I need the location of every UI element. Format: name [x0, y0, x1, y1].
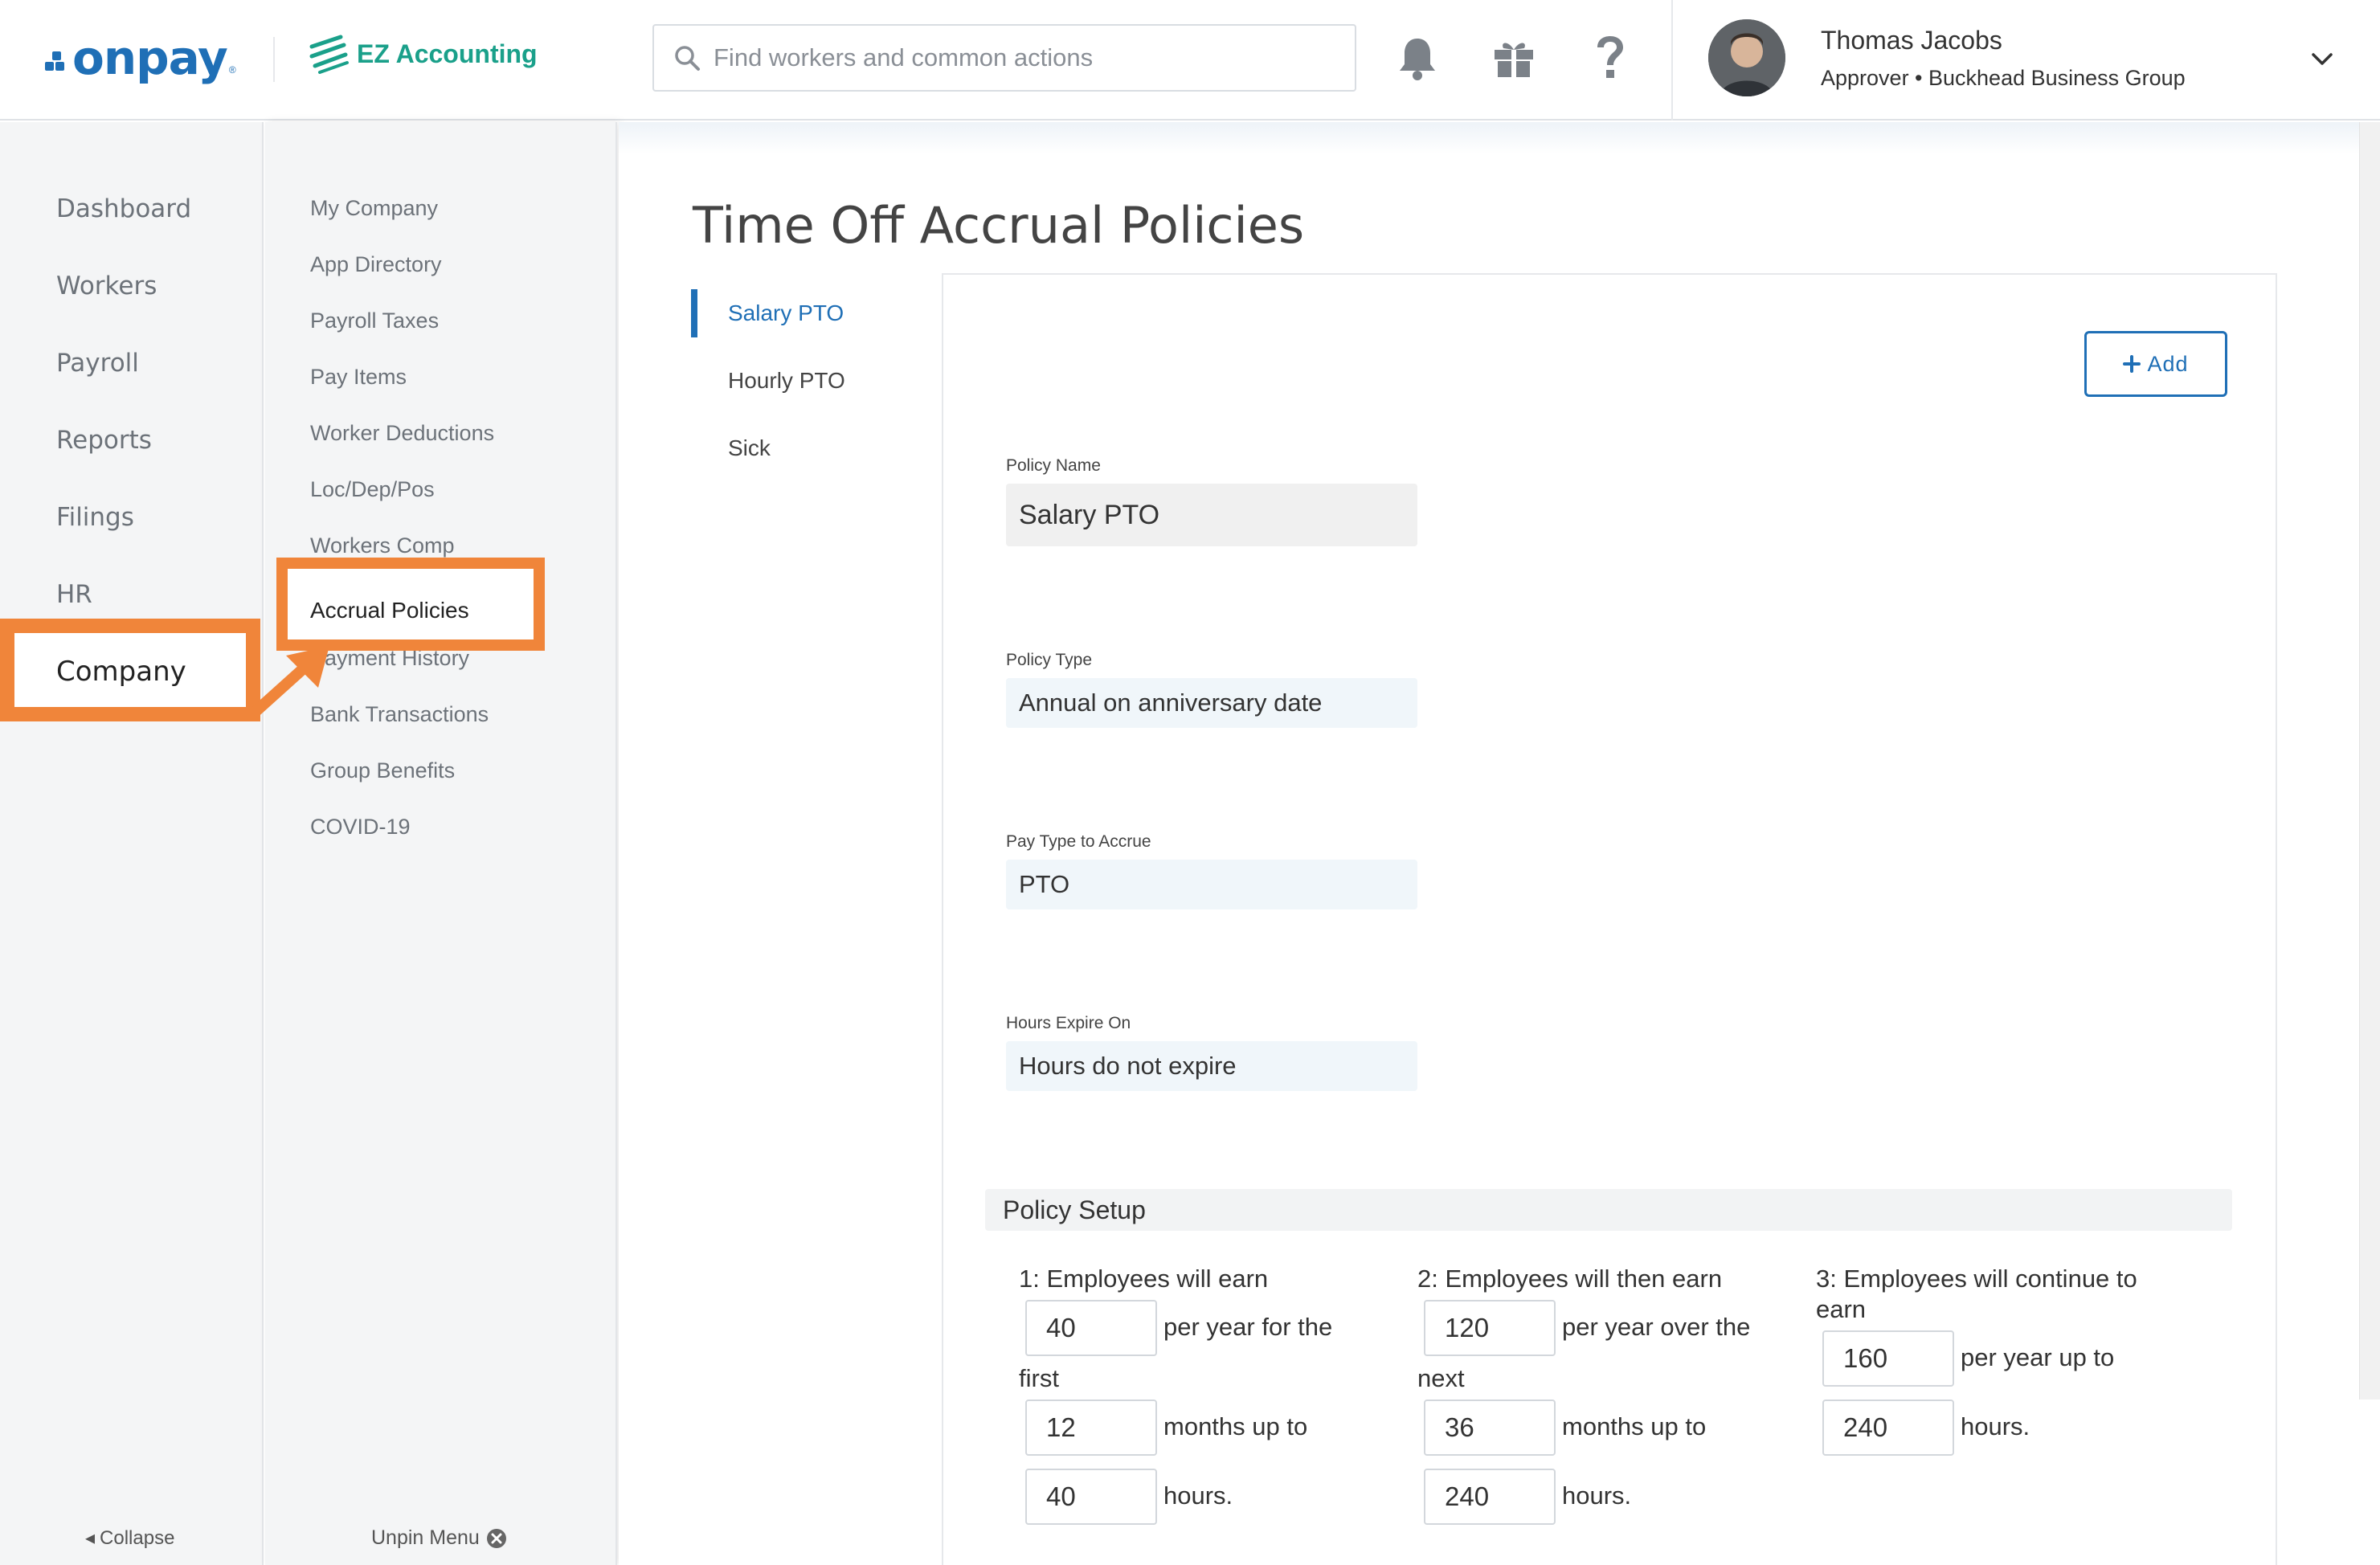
- step2-text-months: months up to: [1562, 1412, 1707, 1440]
- step3-max-hours-input[interactable]: [1822, 1400, 1954, 1456]
- step1-text-per-year: per year for the: [1163, 1313, 1333, 1341]
- user-role: Approver • Buckhead Business Group: [1821, 66, 2186, 90]
- policy-name-label: Policy Name: [1006, 456, 1101, 475]
- step2-months-input[interactable]: [1424, 1400, 1556, 1456]
- subnav-item-accrual-policies-label: Accrual Policies: [310, 598, 469, 623]
- logo-divider: [273, 37, 275, 82]
- nav-item-hr[interactable]: HR: [56, 580, 92, 609]
- nav-item-reports[interactable]: Reports: [56, 426, 152, 455]
- subnav-item-accrual-policies-highlighted[interactable]: Accrual Policies: [276, 558, 545, 651]
- pay-type-label: Pay Type to Accrue: [1006, 832, 1151, 851]
- user-name[interactable]: Thomas Jacobs: [1821, 26, 2002, 55]
- search-icon: [675, 46, 700, 71]
- subnav-item-workers-comp[interactable]: Workers Comp: [310, 533, 455, 558]
- close-circle-icon: [486, 1528, 506, 1548]
- add-button[interactable]: Add: [2084, 331, 2227, 397]
- policy-setup-header: [985, 1189, 2232, 1231]
- subnav-item-pay-items[interactable]: Pay Items: [310, 365, 407, 390]
- subnav-item-my-company[interactable]: My Company: [310, 196, 438, 221]
- onpay-wordmark: onpay: [72, 31, 228, 85]
- nav-item-filings[interactable]: Filings: [56, 503, 134, 532]
- step1-text-months: months up to: [1163, 1412, 1308, 1440]
- caret-left-icon: ◂: [85, 1527, 96, 1549]
- hours-expire-field[interactable]: Hours do not expire: [1006, 1041, 1417, 1091]
- collapse-button[interactable]: ◂ Collapse: [85, 1526, 174, 1550]
- step1-text-hours: hours.: [1163, 1481, 1233, 1510]
- step1-text-first: first: [1019, 1364, 1059, 1392]
- step2-text-per-year: per year over the: [1562, 1313, 1751, 1341]
- tab-sick[interactable]: Sick: [691, 424, 916, 472]
- subnav-item-loc-dep-pos[interactable]: Loc/Dep/Pos: [310, 477, 435, 502]
- search-input[interactable]: [714, 43, 1324, 72]
- step3-hours-per-year-input[interactable]: [1822, 1330, 1954, 1387]
- nav-item-company-label: Company: [56, 656, 186, 688]
- onpay-dots-icon: [45, 51, 69, 76]
- subnav-item-app-directory[interactable]: App Directory: [310, 252, 442, 277]
- ez-swoosh-icon: [309, 35, 349, 74]
- registered-mark-icon: ®: [228, 64, 236, 76]
- search-box[interactable]: [652, 24, 1356, 92]
- policy-type-field[interactable]: Annual on anniversary date: [1006, 678, 1417, 728]
- subnav-item-group-benefits[interactable]: Group Benefits: [310, 758, 455, 783]
- collapse-label: Collapse: [100, 1526, 175, 1549]
- plus-icon: [2123, 355, 2141, 373]
- step3-text-hours: hours.: [1961, 1412, 2030, 1440]
- policy-name-input[interactable]: [1006, 484, 1417, 546]
- gift-icon[interactable]: [1490, 34, 1538, 82]
- primary-sidebar: Dashboard Workers Payroll Reports Filing…: [0, 122, 264, 1565]
- policy-type-label: Policy Type: [1006, 651, 1092, 669]
- nav-item-dashboard[interactable]: Dashboard: [56, 194, 191, 223]
- step2-max-hours-input[interactable]: [1424, 1469, 1556, 1525]
- nav-item-company-highlighted[interactable]: Company: [0, 619, 260, 721]
- hours-expire-label: Hours Expire On: [1006, 1014, 1131, 1032]
- step3-text-per-year: per year up to: [1961, 1343, 2115, 1371]
- page-title: Time Off Accrual Policies: [693, 196, 1305, 255]
- top-header: onpay ® EZ Accounting Find workers and c…: [0, 0, 2380, 121]
- header-separator: [1671, 0, 1673, 121]
- add-label: Add: [2147, 351, 2189, 376]
- policy-setup-title: Policy Setup: [1003, 1195, 1146, 1224]
- help-icon[interactable]: [1586, 34, 1634, 82]
- step1-hours-per-year-input[interactable]: [1025, 1300, 1157, 1356]
- step1-months-input[interactable]: [1025, 1400, 1157, 1456]
- tab-salary-pto[interactable]: Salary PTO: [691, 289, 916, 337]
- unpin-menu-button[interactable]: Unpin Menu: [371, 1526, 507, 1550]
- step3-heading: 3: Employees will continue to: [1816, 1265, 2137, 1293]
- tab-hourly-pto[interactable]: Hourly PTO: [691, 357, 916, 405]
- pay-type-field[interactable]: PTO: [1006, 860, 1417, 909]
- annotation-arrow-icon: [249, 646, 329, 718]
- step1-max-hours-input[interactable]: [1025, 1469, 1157, 1525]
- bell-icon[interactable]: [1393, 34, 1441, 82]
- scrollbar[interactable]: [2359, 122, 2380, 1400]
- avatar[interactable]: [1708, 19, 1785, 96]
- subnav-item-payroll-taxes[interactable]: Payroll Taxes: [310, 309, 439, 333]
- onpay-logo[interactable]: onpay ®: [45, 31, 236, 85]
- step2-hours-per-year-input[interactable]: [1424, 1300, 1556, 1356]
- nav-item-payroll[interactable]: Payroll: [56, 349, 139, 378]
- step3-heading-cont: earn: [1816, 1295, 1867, 1323]
- chevron-down-icon[interactable]: [2306, 43, 2338, 76]
- unpin-menu-label: Unpin Menu: [371, 1526, 480, 1549]
- secondary-sidebar: My Company App Directory Payroll Taxes P…: [265, 122, 617, 1565]
- step2-text-next: next: [1417, 1364, 1465, 1392]
- content-top-shadow: [619, 122, 2361, 154]
- step2-heading: 2: Employees will then earn: [1417, 1265, 1723, 1293]
- subnav-item-covid-19[interactable]: COVID-19: [310, 815, 411, 840]
- ez-accounting-logo[interactable]: EZ Accounting: [309, 34, 538, 74]
- nav-item-workers[interactable]: Workers: [56, 272, 157, 300]
- ez-accounting-wordmark: EZ Accounting: [357, 39, 538, 68]
- subnav-item-worker-deductions[interactable]: Worker Deductions: [310, 421, 494, 446]
- step2-text-hours: hours.: [1562, 1481, 1632, 1510]
- step1-heading: 1: Employees will earn: [1019, 1265, 1269, 1293]
